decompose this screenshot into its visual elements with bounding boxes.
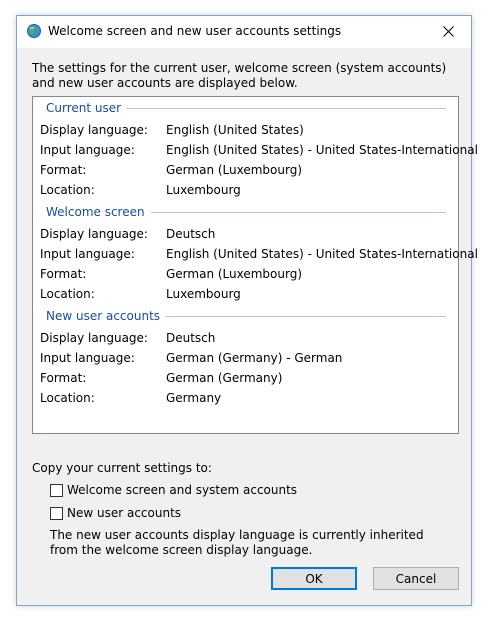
label-format: Format: (40, 163, 87, 177)
close-button[interactable] (425, 16, 471, 47)
value-display-language: Deutsch (166, 227, 216, 241)
settings-dialog: Welcome screen and new user accounts set… (16, 15, 478, 606)
value-input-language: English (United States) - United States-… (166, 247, 478, 261)
value-location: Germany (166, 391, 222, 405)
section-header-new-user-accounts: New user accounts (46, 309, 446, 323)
label-location: Location: (40, 287, 95, 301)
value-format: German (Luxembourg) (166, 163, 303, 177)
title-bar[interactable]: Welcome screen and new user accounts set… (17, 16, 471, 48)
value-display-language: Deutsch (166, 331, 216, 345)
label-format: Format: (40, 267, 87, 281)
label-location: Location: (40, 183, 95, 197)
section-divider (166, 315, 446, 317)
copy-settings-label: Copy your current settings to: (32, 461, 212, 475)
label-display-language: Display language: (40, 227, 148, 241)
checkbox-label[interactable]: Welcome screen and system accounts (67, 483, 297, 497)
value-format: German (Luxembourg) (166, 267, 303, 281)
value-input-language: German (Germany) - German (166, 351, 343, 365)
section-title: Current user (46, 101, 122, 115)
inheritance-note: The new user accounts display language i… (50, 528, 424, 557)
label-input-language: Input language: (40, 351, 135, 365)
section-divider (150, 211, 446, 213)
label-location: Location: (40, 391, 95, 405)
value-location: Luxembourg (166, 287, 241, 301)
checkbox-label[interactable]: New user accounts (67, 506, 181, 520)
label-input-language: Input language: (40, 247, 135, 261)
settings-panel: Current user Display language: English (… (32, 96, 478, 434)
close-icon (442, 26, 454, 37)
value-display-language: English (United States) (166, 123, 304, 137)
value-input-language: English (United States) - United States-… (166, 143, 478, 157)
section-header-current-user: Current user (46, 101, 446, 115)
intro-text: The settings for the current user, welco… (32, 61, 447, 90)
section-title: New user accounts (46, 309, 161, 323)
section-title: Welcome screen (46, 205, 145, 219)
window-title: Welcome screen and new user accounts set… (48, 24, 342, 38)
new-user-accounts-checkbox[interactable]: New user accounts (50, 506, 181, 520)
section-divider (127, 107, 446, 109)
section-header-welcome-screen: Welcome screen (46, 205, 446, 219)
label-display-language: Display language: (40, 123, 148, 137)
globe-settings-icon (27, 24, 41, 38)
label-input-language: Input language: (40, 143, 135, 157)
label-format: Format: (40, 371, 87, 385)
checkbox-box[interactable] (50, 506, 63, 520)
value-format: German (Germany) (166, 371, 283, 385)
cancel-button[interactable]: Cancel (373, 567, 459, 590)
checkbox-box[interactable] (50, 483, 63, 497)
value-location: Luxembourg (166, 183, 241, 197)
label-display-language: Display language: (40, 331, 148, 345)
ok-button[interactable]: OK (271, 567, 357, 590)
welcome-screen-checkbox[interactable]: Welcome screen and system accounts (50, 483, 297, 497)
